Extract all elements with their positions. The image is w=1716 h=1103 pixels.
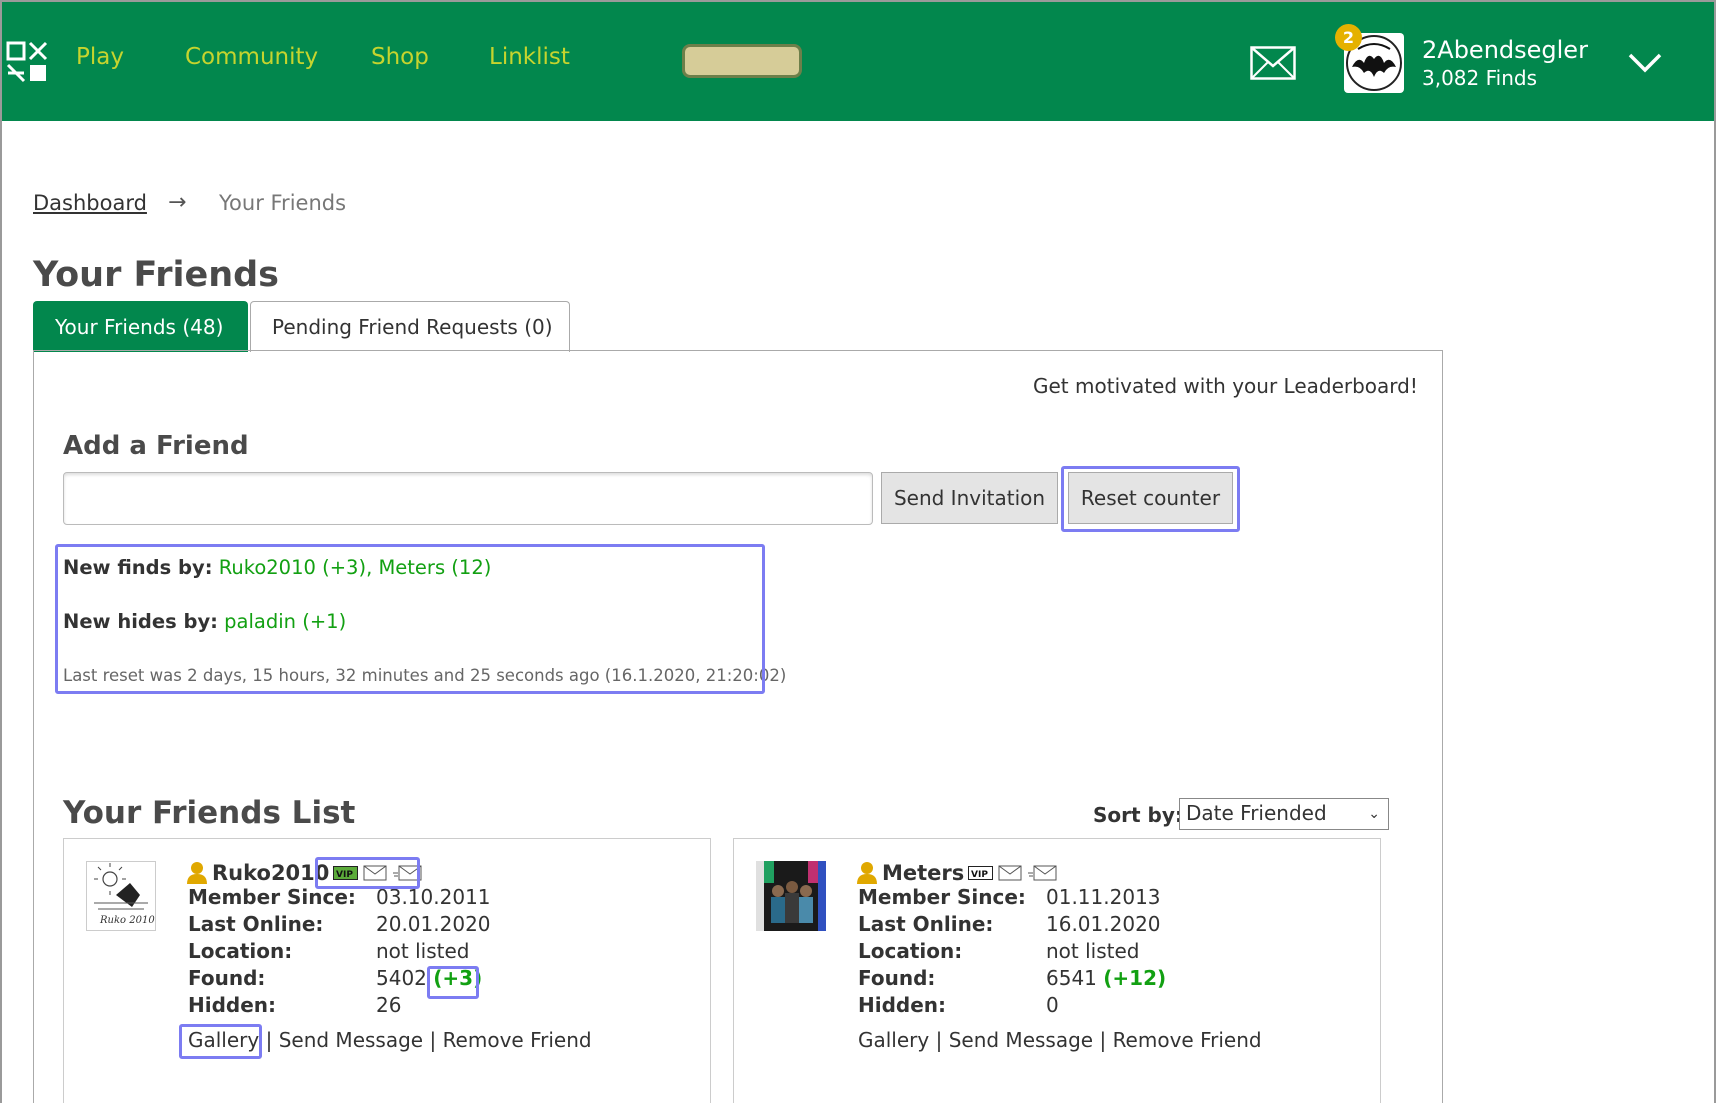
friend-actions: Gallery | Send Message | Remove Friend [858,1028,1262,1052]
found-delta: (+3) [433,966,483,990]
tab-your-friends[interactable]: Your Friends (48) [33,301,248,352]
found-row: Found: 5402 (+3) [188,966,482,990]
member-since-row: Member Since: 03.10.2011 [188,885,491,909]
last-online-row: Last Online: 20.01.2020 [188,912,491,936]
location-row: Location: not listed [188,939,470,963]
last-online-value: 20.01.2020 [376,912,491,936]
member-since-value: 03.10.2011 [376,885,491,909]
breadcrumb-arrow: → [168,190,187,215]
breadcrumb-current: Your Friends [219,191,347,215]
chevron-down-icon: ⌄ [1368,806,1380,822]
new-hides-value[interactable]: paladin (+1) [224,610,346,633]
member-since-label: Member Since: [188,885,356,909]
page-title: Your Friends [33,255,280,295]
friend-card: Ruko 2010 Ruko2010 VIP Member Since: 03.1… [63,838,711,1103]
member-since-row: Member Since: 01.11.2013 [858,885,1161,909]
sort-select-value: Date Friended [1186,801,1327,825]
location-row: Location: not listed [858,939,1140,963]
separator: | [935,1028,943,1052]
breadcrumb-dashboard[interactable]: Dashboard [33,191,147,215]
hidden-label: Hidden: [188,993,277,1017]
member-since-label: Member Since: [858,885,1026,909]
mail-icon[interactable] [998,865,1024,881]
hidden-value: 0 [1046,993,1059,1017]
found-value: 6541 [1046,966,1097,990]
person-icon [187,862,207,884]
friends-list-title: Your Friends List [63,795,356,831]
notification-badge: 2 [1335,24,1362,51]
chevron-down-icon[interactable] [1627,52,1663,74]
location-label: Location: [858,939,963,963]
friend-name[interactable]: Meters [882,861,964,885]
add-friend-input[interactable] [63,472,873,525]
mail-icon[interactable] [363,865,389,881]
new-hides-label: New hides by: [63,610,218,633]
avatar-caption: Ruko 2010 [99,915,155,926]
gallery-link[interactable]: Gallery [858,1028,929,1052]
nav-community[interactable]: Community [185,44,318,70]
hidden-value: 26 [376,993,402,1017]
gallery-link[interactable]: Gallery [188,1028,259,1052]
vip-icon[interactable]: VIP [968,865,994,881]
friend-avatar[interactable] [756,861,826,931]
leaderboard-link[interactable]: Get motivated with your Leaderboard! [1033,374,1418,398]
svg-text:VIP: VIP [971,870,988,880]
new-finds-label: New finds by: [63,556,213,579]
send-message-link[interactable]: Send Message [279,1028,423,1052]
friend-avatar[interactable]: Ruko 2010 [86,861,156,931]
send-invitation-button[interactable]: Send Invitation [881,472,1058,524]
separator: | [1099,1028,1107,1052]
last-online-row: Last Online: 16.01.2020 [858,912,1161,936]
last-online-label: Last Online: [188,912,324,936]
top-navigation-bar: Play Community Shop Linklist 2 2Abendseg… [2,2,1714,121]
friend-name-row: Meters VIP [856,861,1058,885]
new-finds-line: New finds by: Ruko2010 (+3), Meters (12) [63,556,491,579]
last-online-value: 16.01.2020 [1046,912,1161,936]
remove-friend-link[interactable]: Remove Friend [443,1028,592,1052]
svg-text:VIP: VIP [336,870,353,880]
send-mail-icon[interactable] [1028,865,1058,881]
new-finds-value[interactable]: Ruko2010 (+3), Meters (12) [219,556,492,579]
username[interactable]: 2Abendsegler [1422,36,1588,64]
found-value: 5402 [376,966,427,990]
finds-count: 3,082 Finds [1422,66,1538,90]
location-value: not listed [1046,939,1140,963]
friend-actions: Gallery | Send Message | Remove Friend [188,1028,592,1052]
person-icon [857,862,877,884]
nav-play[interactable]: Play [76,44,124,70]
hidden-row: Hidden: 0 [858,993,1059,1017]
vip-icon[interactable]: VIP [333,865,359,881]
friend-name-row: Ruko2010 VIP [186,861,423,885]
send-message-link[interactable]: Send Message [949,1028,1093,1052]
nav-shop[interactable]: Shop [371,44,429,70]
hidden-label: Hidden: [858,993,947,1017]
location-value: not listed [376,939,470,963]
last-online-label: Last Online: [858,912,994,936]
remove-friend-link[interactable]: Remove Friend [1113,1028,1262,1052]
separator: | [429,1028,437,1052]
found-label: Found: [858,966,936,990]
hidden-row: Hidden: 26 [188,993,401,1017]
reset-counter-button[interactable]: Reset counter [1068,472,1233,524]
location-label: Location: [188,939,293,963]
friend-name[interactable]: Ruko2010 [212,861,329,885]
add-friend-title: Add a Friend [63,431,249,461]
search-box[interactable] [682,44,802,78]
member-since-value: 01.11.2013 [1046,885,1161,909]
found-delta: (+12) [1103,966,1167,990]
friend-card: Meters VIP Member Since: 01.11.2013 Last … [733,838,1381,1103]
separator: | [265,1028,273,1052]
nav-linklist[interactable]: Linklist [489,44,570,70]
last-reset-note: Last reset was 2 days, 15 hours, 32 minu… [63,666,787,685]
sort-label: Sort by: [1093,803,1183,827]
site-logo-icon[interactable] [4,39,50,85]
send-mail-icon[interactable] [393,865,423,881]
new-hides-line: New hides by: paladin (+1) [63,610,346,633]
mail-icon[interactable] [1250,46,1296,80]
sort-select[interactable]: Date Friended ⌄ [1179,798,1389,830]
tab-pending-requests[interactable]: Pending Friend Requests (0) [250,301,570,352]
found-row: Found: 6541 (+12) [858,966,1166,990]
found-label: Found: [188,966,266,990]
